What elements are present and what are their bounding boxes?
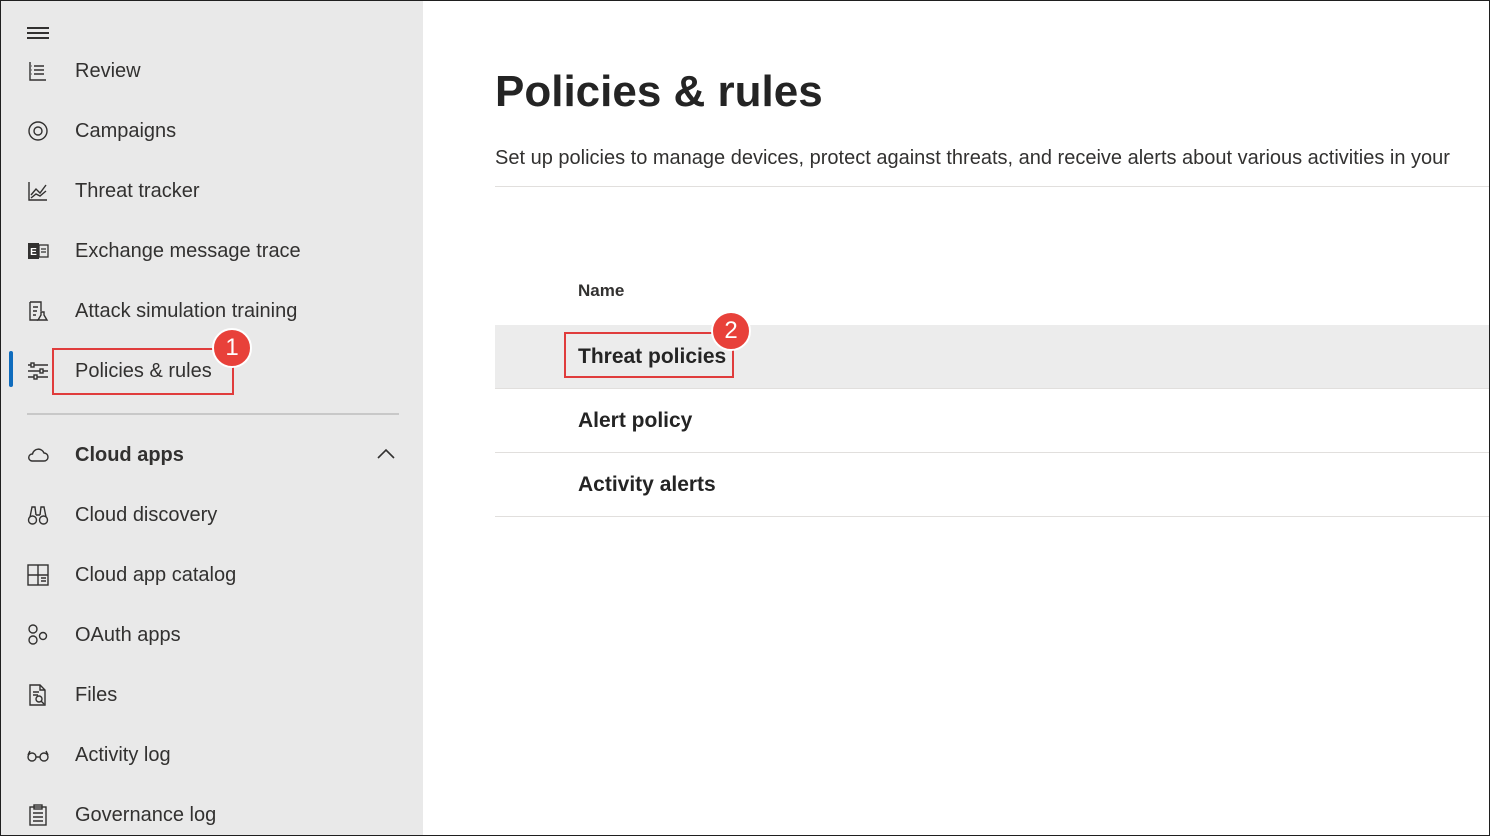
sidebar-item-governance-log[interactable]: Governance log	[1, 790, 423, 835]
list-item-alert-policy[interactable]: Alert policy	[495, 389, 1489, 453]
sidebar: Review Campaigns Threat tracker E Exchan…	[1, 1, 423, 835]
annotation-badge-1: 1	[212, 328, 252, 368]
list-item-activity-alerts[interactable]: Activity alerts	[495, 453, 1489, 517]
annotation-highlight-2	[564, 332, 734, 378]
header-divider	[495, 186, 1489, 187]
sidebar-item-threat-tracker[interactable]: Threat tracker	[1, 166, 423, 216]
oauth-apps-icon	[25, 622, 51, 648]
hamburger-menu-icon[interactable]	[25, 19, 53, 43]
sidebar-item-label: Cloud app catalog	[75, 563, 237, 586]
annotation-badge-2: 2	[711, 311, 751, 351]
list-item-label[interactable]: Alert policy	[578, 409, 692, 433]
list-item-label[interactable]: Activity alerts	[578, 473, 716, 497]
svg-text:E: E	[30, 247, 37, 258]
sidebar-item-activity-log[interactable]: Activity log	[1, 730, 423, 780]
files-icon	[25, 682, 51, 708]
sidebar-item-campaigns[interactable]: Campaigns	[1, 106, 423, 156]
sidebar-item-label: Attack simulation training	[75, 299, 298, 322]
glasses-icon	[25, 742, 51, 768]
campaigns-icon	[25, 118, 51, 144]
sidebar-item-exchange-message-trace[interactable]: E Exchange message trace	[1, 226, 423, 276]
sidebar-item-attack-simulation-training[interactable]: Attack simulation training	[1, 286, 423, 336]
review-icon	[25, 58, 51, 84]
attack-simulation-icon	[25, 298, 51, 324]
sidebar-item-oauth-apps[interactable]: OAuth apps	[1, 610, 423, 660]
clipboard-icon	[25, 802, 51, 828]
sidebar-item-label: Review	[75, 59, 141, 82]
cloud-icon	[25, 442, 51, 468]
policies-rules-icon	[25, 358, 51, 384]
chevron-up-icon[interactable]	[375, 444, 397, 466]
sidebar-item-label: Activity log	[75, 743, 171, 766]
column-header-name[interactable]: Name	[578, 281, 624, 301]
sidebar-item-label: Threat tracker	[75, 179, 200, 202]
sidebar-item-label: Files	[75, 683, 118, 706]
page-title: Policies & rules	[495, 67, 823, 116]
sidebar-section-cloud-apps[interactable]: Cloud apps	[1, 430, 423, 480]
sidebar-item-label: Campaigns	[75, 119, 177, 142]
exchange-icon: E	[25, 238, 51, 264]
sidebar-item-label: OAuth apps	[75, 623, 181, 646]
threat-tracker-icon	[25, 178, 51, 204]
sidebar-divider	[27, 413, 399, 415]
app-window: Review Campaigns Threat tracker E Exchan…	[0, 0, 1490, 836]
sidebar-section-label: Cloud apps	[75, 443, 184, 466]
sidebar-item-cloud-app-catalog[interactable]: Cloud app catalog	[1, 550, 423, 600]
app-catalog-icon	[25, 562, 51, 588]
page-description: Set up policies to manage devices, prote…	[495, 147, 1450, 169]
sidebar-item-label: Exchange message trace	[75, 239, 301, 262]
sidebar-item-label: Governance log	[75, 803, 217, 826]
sidebar-item-label: Cloud discovery	[75, 503, 218, 526]
sidebar-item-review[interactable]: Review	[1, 46, 423, 96]
sidebar-item-cloud-discovery[interactable]: Cloud discovery	[1, 490, 423, 540]
main-content: Policies & rules Set up policies to mana…	[423, 1, 1489, 835]
binoculars-icon	[25, 502, 51, 528]
sidebar-item-files[interactable]: Files	[1, 670, 423, 720]
annotation-highlight-1	[52, 348, 234, 395]
